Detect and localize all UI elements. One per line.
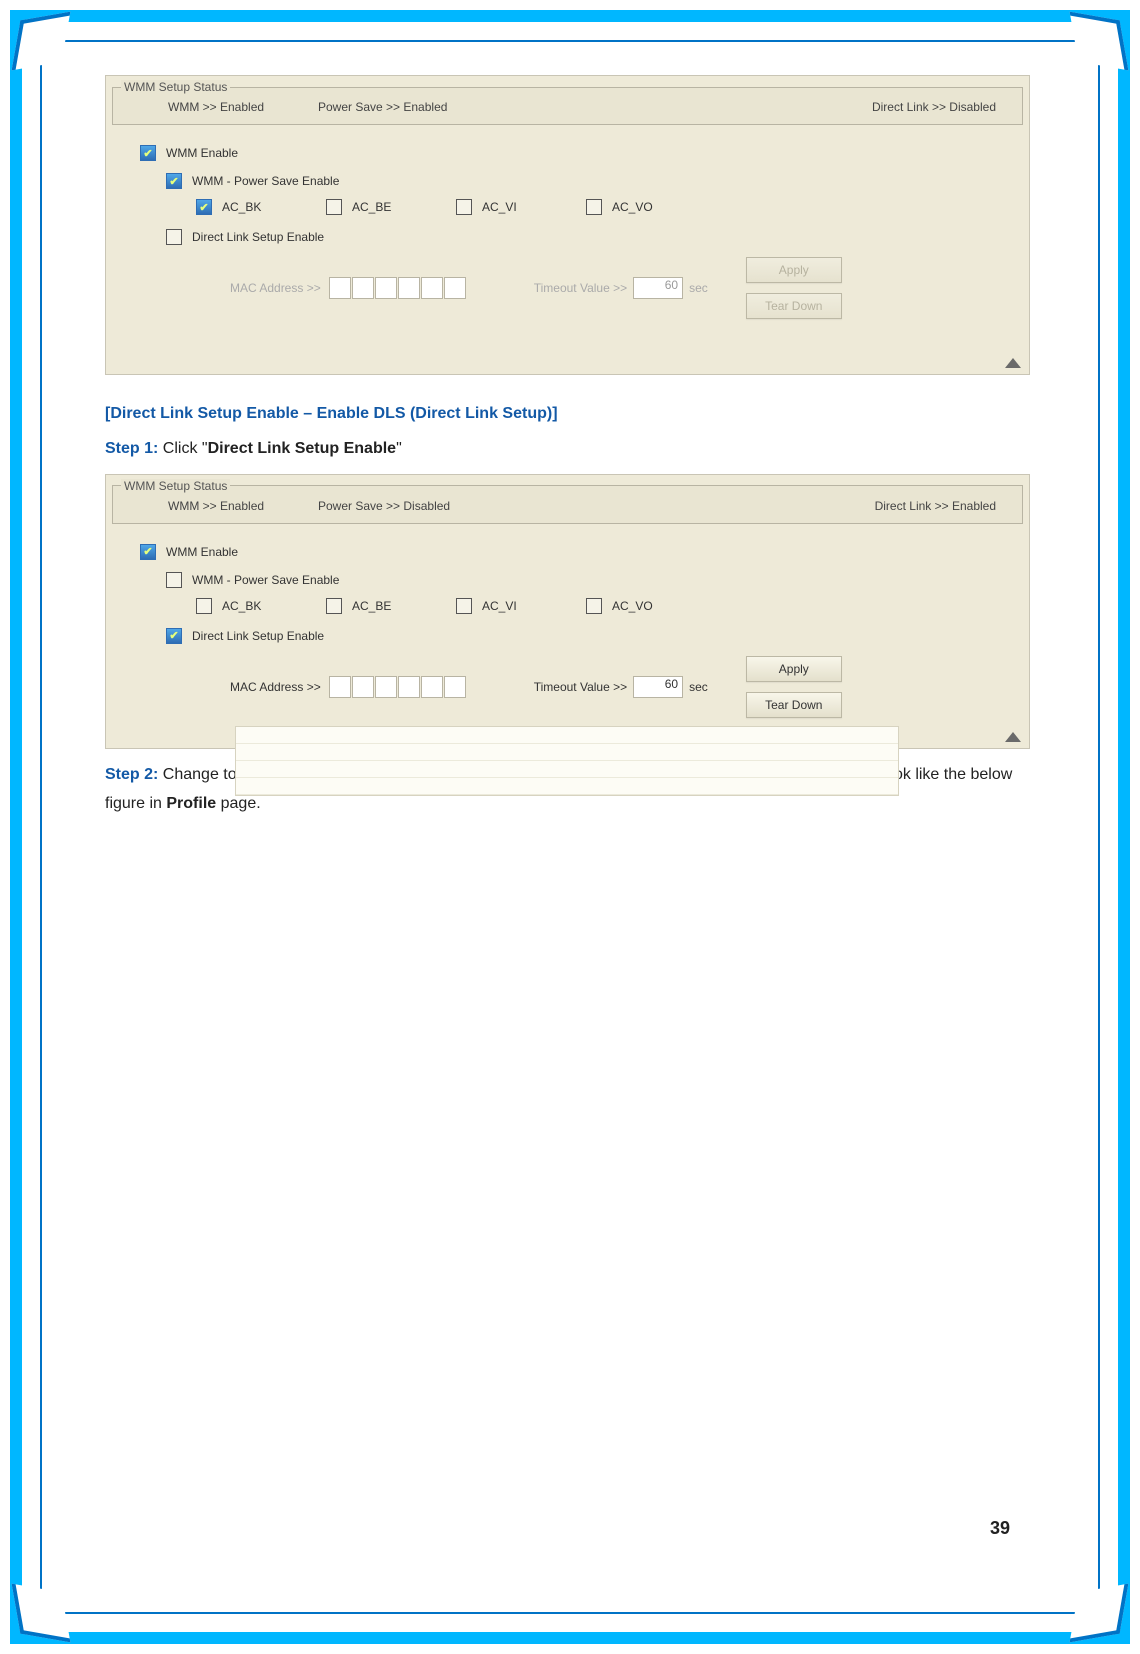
collapse-up-icon[interactable]: [1005, 358, 1021, 368]
dls-enable-label: Direct Link Setup Enable: [192, 230, 324, 244]
ac-vo-label-2: AC_VO: [612, 599, 653, 613]
wmm-enable-checkbox[interactable]: [140, 145, 156, 161]
collapse-up-icon-2[interactable]: [1005, 732, 1021, 742]
ac-bk-label-2: AC_BK: [222, 599, 261, 613]
status-directlink: Direct Link >> Disabled: [638, 100, 1022, 114]
status-fieldset-2: WMM Setup Status WMM >> Enabled Power Sa…: [112, 479, 1023, 524]
wmm-panel-1: WMM Setup Status WMM >> Enabled Power Sa…: [105, 75, 1030, 375]
section-heading: [Direct Link Setup Enable – Enable DLS (…: [105, 405, 1030, 423]
status-wmm-2: WMM >> Enabled: [168, 499, 318, 513]
mac-address-inputs[interactable]: [329, 277, 466, 299]
dls-enable-label-2: Direct Link Setup Enable: [192, 629, 324, 643]
ac-be-checkbox-2: [326, 598, 342, 614]
teardown-button[interactable]: Tear Down: [746, 293, 842, 319]
mac-address-inputs-2[interactable]: [329, 676, 466, 698]
wmm-enable-label-2: WMM Enable: [166, 545, 238, 559]
mac-address-label: MAC Address >>: [230, 281, 321, 295]
ac-vi-checkbox-2: [456, 598, 472, 614]
timeout-input[interactable]: 60: [633, 277, 683, 299]
ac-vo-label: AC_VO: [612, 200, 653, 214]
powersave-enable-checkbox-2[interactable]: [166, 572, 182, 588]
dls-list: [235, 726, 899, 796]
ac-bk-label: AC_BK: [222, 200, 261, 214]
status-fieldset: WMM Setup Status WMM >> Enabled Power Sa…: [112, 80, 1023, 125]
page-number: 39: [990, 1518, 1010, 1539]
status-powersave-2: Power Save >> Disabled: [318, 499, 638, 513]
powersave-enable-label: WMM - Power Save Enable: [192, 174, 339, 188]
status-directlink-2: Direct Link >> Enabled: [638, 499, 1022, 513]
ac-be-label: AC_BE: [352, 200, 391, 214]
wmm-enable-checkbox-2[interactable]: [140, 544, 156, 560]
timeout-input-2[interactable]: 60: [633, 676, 683, 698]
ac-bk-checkbox[interactable]: [196, 199, 212, 215]
timeout-label: Timeout Value >>: [534, 281, 627, 295]
ac-vo-checkbox[interactable]: [586, 199, 602, 215]
apply-button[interactable]: Apply: [746, 257, 842, 283]
wmm-panel-2: WMM Setup Status WMM >> Enabled Power Sa…: [105, 474, 1030, 749]
ac-be-label-2: AC_BE: [352, 599, 391, 613]
dls-enable-checkbox-2[interactable]: [166, 628, 182, 644]
ac-bk-checkbox-2: [196, 598, 212, 614]
timeout-label-2: Timeout Value >>: [534, 680, 627, 694]
ac-vi-label: AC_VI: [482, 200, 517, 214]
status-powersave: Power Save >> Enabled: [318, 100, 638, 114]
ac-be-checkbox[interactable]: [326, 199, 342, 215]
timeout-unit-2: sec: [689, 680, 708, 694]
step1-label: Step 1:: [105, 440, 158, 457]
status-legend: WMM Setup Status: [121, 80, 230, 94]
powersave-enable-label-2: WMM - Power Save Enable: [192, 573, 339, 587]
timeout-unit: sec: [689, 281, 708, 295]
teardown-button-2[interactable]: Tear Down: [746, 692, 842, 718]
ac-vi-label-2: AC_VI: [482, 599, 517, 613]
wmm-enable-label: WMM Enable: [166, 146, 238, 160]
status-wmm: WMM >> Enabled: [168, 100, 318, 114]
ac-vo-checkbox-2: [586, 598, 602, 614]
step1-text: Step 1: Click "Direct Link Setup Enable": [105, 435, 1030, 464]
dls-enable-checkbox[interactable]: [166, 229, 182, 245]
powersave-enable-checkbox[interactable]: [166, 173, 182, 189]
mac-address-label-2: MAC Address >>: [230, 680, 321, 694]
ac-vi-checkbox[interactable]: [456, 199, 472, 215]
status-legend-2: WMM Setup Status: [121, 479, 230, 493]
apply-button-2[interactable]: Apply: [746, 656, 842, 682]
